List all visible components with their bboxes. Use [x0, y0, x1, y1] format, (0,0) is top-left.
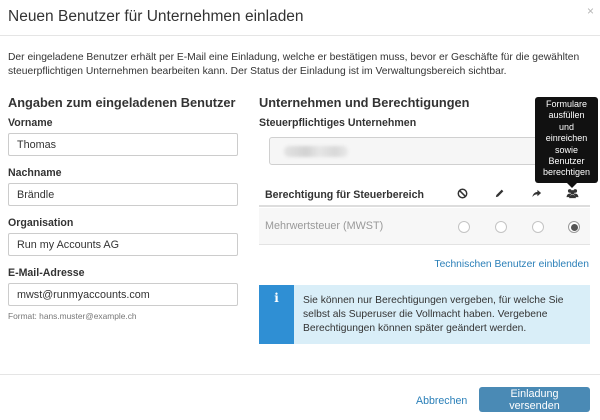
share-icon	[529, 186, 543, 200]
modal-header: Neuen Benutzer für Unternehmen einladen …	[0, 0, 600, 36]
tooltip-line: berechtigen	[542, 167, 591, 178]
permissions-table-header: Berechtigung für Steuerbereich	[259, 184, 590, 207]
company-permissions-heading: Unternehmen und Berechtigungen	[259, 95, 470, 110]
organisation-input[interactable]	[8, 233, 238, 256]
tooltip-line: sowie	[554, 144, 578, 155]
tooltip-line: ausfüllen	[548, 110, 585, 121]
email-label: E-Mail-Adresse	[8, 267, 85, 279]
show-technical-users-link[interactable]: Technischen Benutzer einblenden	[434, 259, 589, 270]
info-box: i Sie können nur Berechtigungen vergeben…	[259, 285, 590, 344]
email-input[interactable]	[8, 283, 238, 306]
cancel-button[interactable]: Abbrechen	[416, 395, 467, 407]
permission-radio-admin[interactable]	[568, 221, 580, 233]
tooltip-line: Formulare	[545, 99, 587, 109]
modal-footer: Abbrechen Einladung versenden	[0, 374, 600, 420]
lastname-input[interactable]	[8, 183, 238, 206]
intro-text: Der eingeladene Benutzer erhält per E-Ma…	[8, 52, 580, 77]
tooltip-arrow	[567, 183, 577, 188]
company-select-value-redacted	[284, 146, 348, 157]
email-format-hint: Format: hans.muster@example.ch	[8, 311, 137, 321]
company-label: Steuerpflichtiges Unternehmen	[259, 117, 417, 129]
tooltip-line: Benutzer	[548, 156, 585, 167]
organisation-label: Organisation	[8, 217, 74, 229]
user-details-heading: Angaben zum eingeladenen Benutzer	[8, 95, 236, 110]
firstname-label: Vorname	[8, 117, 53, 129]
permission-radio-submit[interactable]	[532, 221, 544, 233]
info-box-accent: i	[259, 285, 294, 344]
invite-user-modal: Neuen Benutzer für Unternehmen einladen …	[0, 0, 600, 420]
users-icon	[565, 186, 579, 200]
ban-icon	[455, 186, 469, 200]
info-icon: i	[274, 291, 279, 305]
permission-tooltip: Formulare ausfüllen und einreichen sowie…	[535, 97, 598, 183]
modal-title: Neuen Benutzer für Unternehmen einladen	[8, 8, 304, 25]
firstname-input[interactable]	[8, 133, 238, 156]
pencil-icon	[492, 186, 506, 200]
permissions-header-label: Berechtigung für Steuerbereich	[265, 189, 424, 201]
lastname-label: Nachname	[8, 167, 62, 179]
info-text: Sie können nur Berechtigungen vergeben, …	[303, 295, 564, 334]
close-icon[interactable]: ×	[587, 4, 594, 18]
permission-radio-none[interactable]	[458, 221, 470, 233]
tooltip-line: und	[558, 121, 575, 132]
tooltip-line: einreichen	[545, 133, 588, 144]
permission-radio-edit[interactable]	[495, 221, 507, 233]
permission-row-mwst: Mehrwertsteuer (MWST)	[259, 208, 590, 245]
send-invitation-button[interactable]: Einladung versenden	[479, 387, 590, 412]
permission-row-label: Mehrwertsteuer (MWST)	[265, 220, 384, 232]
